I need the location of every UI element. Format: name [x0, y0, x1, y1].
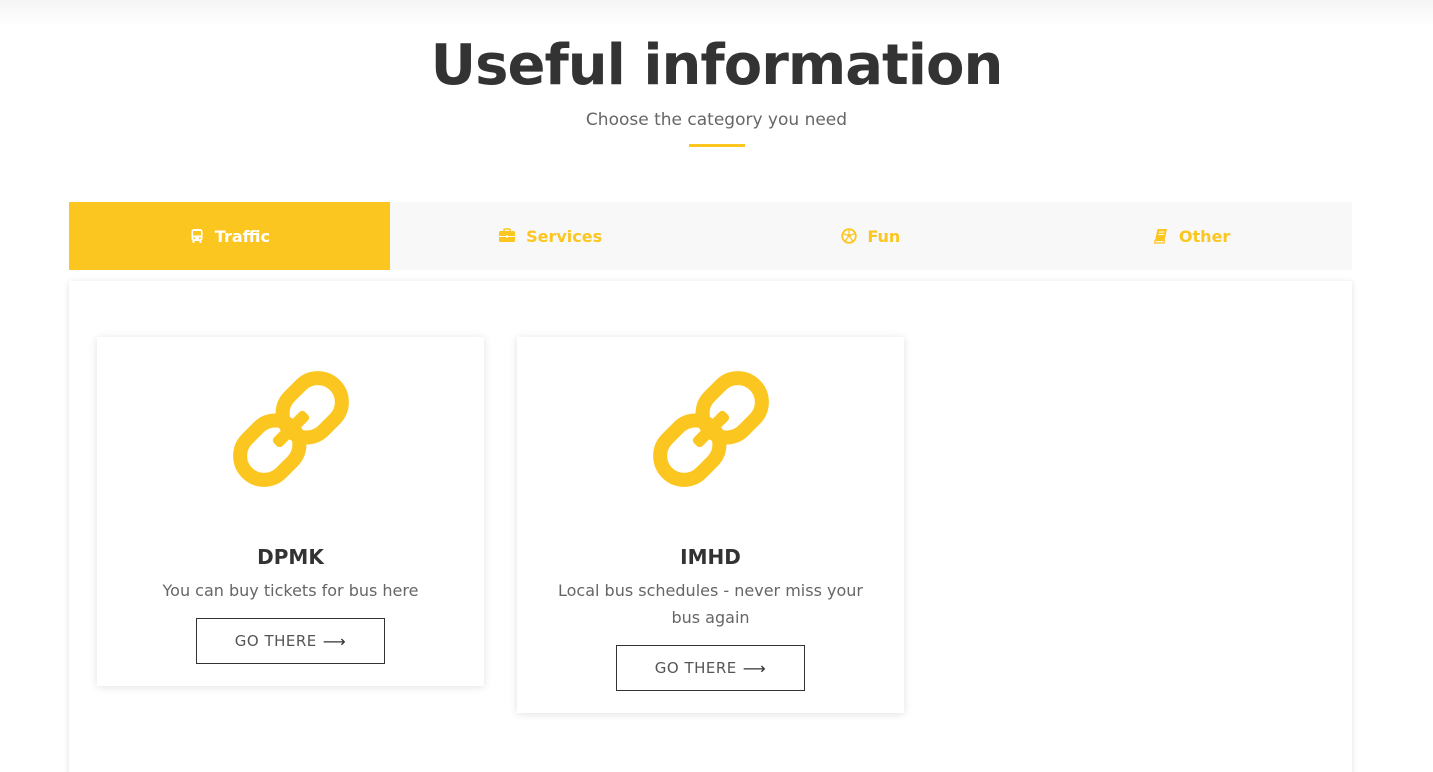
- go-there-button[interactable]: GO THERE ⟶: [616, 645, 805, 691]
- top-bar-shadow: [0, 0, 1433, 26]
- bus-icon: [191, 229, 203, 243]
- card-title: DPMK: [257, 545, 324, 569]
- soccer-ball-icon: [841, 228, 858, 244]
- title-underline: [688, 144, 745, 147]
- tab-other[interactable]: Other: [1031, 202, 1352, 270]
- link-card-imhd: IMHD Local bus schedules - never miss yo…: [517, 337, 904, 713]
- go-there-button[interactable]: GO THERE ⟶: [196, 618, 385, 664]
- arrow-right-icon: ⟶: [742, 658, 767, 678]
- card-title: IMHD: [680, 545, 741, 569]
- tab-services[interactable]: Services: [390, 202, 711, 270]
- section-header: Useful information Choose the category y…: [0, 30, 1433, 147]
- link-icon: [652, 371, 769, 487]
- button-label: GO THERE: [234, 632, 317, 650]
- link-icon: [232, 371, 349, 487]
- arrow-right-icon: ⟶: [322, 631, 347, 651]
- page-subtitle: Choose the category you need: [585, 110, 848, 130]
- briefcase-icon: [499, 228, 516, 242]
- tab-label: Traffic: [214, 226, 270, 246]
- link-card-dpmk: DPMK You can buy tickets for bus here GO…: [97, 337, 484, 686]
- tab-traffic[interactable]: Traffic: [69, 202, 390, 270]
- card-description: Local bus schedules - never miss your bu…: [558, 581, 863, 627]
- tab-label: Fun: [867, 226, 901, 246]
- tab-label: Other: [1178, 226, 1231, 246]
- category-tabs: Traffic Services Fun Other: [69, 202, 1352, 270]
- page-title: Useful information: [430, 33, 1004, 98]
- tab-label: Services: [526, 226, 603, 246]
- tab-fun[interactable]: Fun: [711, 202, 1032, 270]
- tab-content-panel: DPMK You can buy tickets for bus here GO…: [69, 281, 1352, 772]
- book-icon: [1153, 229, 1167, 244]
- card-description: You can buy tickets for bus here: [162, 581, 419, 600]
- button-label: GO THERE: [654, 659, 737, 677]
